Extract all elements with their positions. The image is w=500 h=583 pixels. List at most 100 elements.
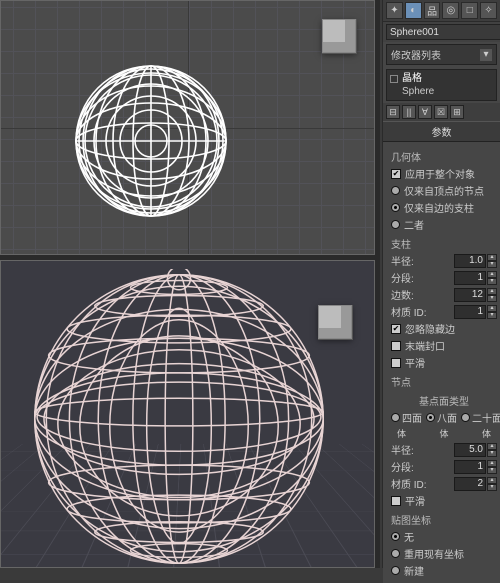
row-ignore-hidden[interactable]: ✔ 忽略隐藏边 — [391, 321, 497, 336]
spinner-input[interactable] — [454, 477, 486, 491]
radio-icon[interactable] — [426, 413, 435, 422]
label-only-vertex: 仅来自顶点的节点 — [404, 183, 484, 198]
modifier-list-dropdown[interactable]: 修改器列表 ▾ — [386, 44, 497, 65]
label-both: 二者 — [404, 217, 424, 232]
spin-down-icon[interactable]: ▾ — [487, 312, 497, 319]
configure-sets-icon[interactable]: ⊞ — [450, 105, 464, 119]
make-unique-icon[interactable]: ∀ — [418, 105, 432, 119]
rollup-header[interactable]: 参数 — [383, 121, 500, 142]
tab-motion-icon[interactable]: ◎ — [442, 2, 459, 19]
spin-up-icon[interactable]: ▴ — [487, 305, 497, 312]
label-new: 新建 — [404, 563, 424, 578]
spin-down-icon[interactable]: ▾ — [487, 450, 497, 457]
radio-icon[interactable] — [391, 203, 400, 212]
stack-item-label: Sphere — [390, 85, 434, 98]
radio-icon[interactable] — [461, 413, 470, 422]
viewport-perspective[interactable] — [0, 260, 375, 568]
tab-hierarchy-icon[interactable]: 品 — [424, 2, 441, 19]
spin-up-icon[interactable]: ▴ — [487, 477, 497, 484]
stack-item-lattice[interactable]: 晶格 — [390, 72, 493, 85]
spin-up-icon[interactable]: ▴ — [487, 288, 497, 295]
tab-modify-icon[interactable]: ◐ — [405, 2, 422, 19]
spin-up-icon[interactable]: ▴ — [487, 254, 497, 261]
modifier-stack[interactable]: 晶格 Sphere — [386, 69, 497, 101]
radio-only-edge[interactable]: 仅来自边的支柱 — [391, 200, 497, 215]
spinner-strut-segments[interactable]: ▴▾ — [454, 271, 497, 285]
spinner-input[interactable] — [454, 305, 486, 319]
tab-utilities-icon[interactable]: ✧ — [480, 2, 497, 19]
spinner-strut-radius[interactable]: ▴▾ — [454, 254, 497, 268]
section-struts: 支柱 — [391, 236, 497, 251]
pin-stack-icon[interactable]: ⊟ — [386, 105, 400, 119]
radio-only-vertex[interactable]: 仅来自顶点的节点 — [391, 183, 497, 198]
row-apply-whole[interactable]: ✔ 应用于整个对象 — [391, 166, 497, 181]
spin-down-icon[interactable]: ▾ — [487, 467, 497, 474]
radio-map-none[interactable]: 无 — [391, 529, 497, 544]
label-sides: 边数: — [391, 287, 414, 302]
spin-down-icon[interactable]: ▾ — [487, 295, 497, 302]
label-tetra: 四面 — [402, 410, 422, 425]
row-smooth-joints[interactable]: 平滑 — [391, 493, 497, 508]
spin-up-icon[interactable]: ▴ — [487, 271, 497, 278]
panel-tabs: ✦ ◐ 品 ◎ □ ✧ — [383, 0, 500, 22]
section-geodesic: 基点面类型 — [391, 393, 497, 408]
radio-octa[interactable]: 八面 — [426, 410, 457, 425]
radio-icon[interactable] — [391, 186, 400, 195]
spin-down-icon[interactable]: ▾ — [487, 484, 497, 491]
chevron-down-icon: ▾ — [480, 49, 492, 61]
checkbox-icon[interactable] — [391, 496, 401, 506]
spinner-input[interactable] — [454, 288, 486, 302]
spinner-strut-sides[interactable]: ▴▾ — [454, 288, 497, 302]
label-segments: 分段: — [391, 459, 414, 474]
checkbox-icon[interactable]: ✔ — [391, 169, 401, 179]
section-geometry: 几何体 — [391, 149, 497, 164]
spin-down-icon[interactable]: ▾ — [487, 278, 497, 285]
checkbox-icon[interactable] — [391, 341, 401, 351]
radio-icon[interactable] — [391, 549, 400, 558]
spin-down-icon[interactable]: ▾ — [487, 261, 497, 268]
spinner-input[interactable] — [454, 460, 486, 474]
label-icosa: 二十面 — [472, 410, 500, 425]
label-ignore-hidden: 忽略隐藏边 — [405, 321, 455, 336]
spinner-input[interactable] — [454, 254, 486, 268]
label-smooth: 平滑 — [405, 493, 425, 508]
spin-up-icon[interactable]: ▴ — [487, 443, 497, 450]
radio-icon[interactable] — [391, 532, 400, 541]
radio-icon[interactable] — [391, 220, 400, 229]
label-smooth: 平滑 — [405, 355, 425, 370]
spinner-joint-matid[interactable]: ▴▾ — [454, 477, 497, 491]
spin-up-icon[interactable]: ▴ — [487, 460, 497, 467]
label-body: 体 — [439, 427, 448, 440]
spinner-joint-radius[interactable]: ▴▾ — [454, 443, 497, 457]
radio-icon[interactable] — [391, 413, 400, 422]
checkbox-icon[interactable] — [391, 358, 401, 368]
label-segments: 分段: — [391, 270, 414, 285]
stack-toggle-icon[interactable] — [390, 75, 398, 83]
row-end-caps[interactable]: 末端封口 — [391, 338, 497, 353]
stack-item-base[interactable]: Sphere — [390, 85, 493, 98]
radio-map-new[interactable]: 新建 — [391, 563, 497, 578]
radio-icosa[interactable]: 二十面 — [461, 410, 500, 425]
label-matid: 材质 ID: — [391, 476, 427, 491]
object-name-field[interactable] — [386, 24, 500, 40]
radio-map-reuse[interactable]: 重用现有坐标 — [391, 546, 497, 561]
show-end-result-icon[interactable]: || — [402, 105, 416, 119]
radio-both[interactable]: 二者 — [391, 217, 497, 232]
tab-display-icon[interactable]: □ — [461, 2, 478, 19]
spinner-strut-matid[interactable]: ▴▾ — [454, 305, 497, 319]
radio-tetra[interactable]: 四面 — [391, 410, 422, 425]
viewport-area — [0, 0, 380, 568]
radio-icon[interactable] — [391, 566, 400, 575]
row-smooth[interactable]: 平滑 — [391, 355, 497, 370]
viewcube[interactable] — [322, 19, 356, 53]
label-apply-whole: 应用于整个对象 — [405, 166, 475, 181]
tab-create-icon[interactable]: ✦ — [386, 2, 403, 19]
viewport-top[interactable] — [0, 0, 375, 255]
label-radius: 半径: — [391, 253, 414, 268]
stack-toolbar: ⊟ || ∀ ☒ ⊞ — [383, 103, 500, 121]
spinner-input[interactable] — [454, 443, 486, 457]
spinner-joint-segments[interactable]: ▴▾ — [454, 460, 497, 474]
remove-modifier-icon[interactable]: ☒ — [434, 105, 448, 119]
spinner-input[interactable] — [454, 271, 486, 285]
checkbox-icon[interactable]: ✔ — [391, 324, 401, 334]
